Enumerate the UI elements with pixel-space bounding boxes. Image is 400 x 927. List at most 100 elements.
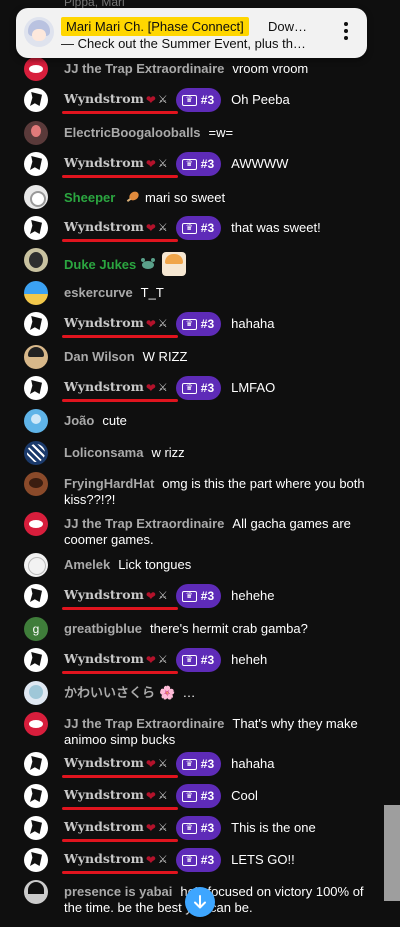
- author-name[interactable]: Wyndstrom: [62, 787, 178, 810]
- author-name[interactable]: Wyndstrom: [62, 91, 178, 114]
- member-badge: ♛ #3: [175, 848, 222, 872]
- author-name[interactable]: Loliconsama: [64, 445, 143, 460]
- chat-message: ElectricBoogalooballs =w=: [24, 121, 378, 145]
- author-name[interactable]: Wyndstrom: [62, 315, 178, 338]
- author-name[interactable]: Wyndstrom: [62, 851, 178, 874]
- heart-icon: ❤: [145, 653, 156, 667]
- more-options-icon[interactable]: [339, 19, 353, 43]
- chat-message: Wyndstrom ❤ ⚔ ♛ #3 hahaha: [24, 312, 378, 338]
- avatar[interactable]: [24, 712, 48, 736]
- message-text: LETS GO!!: [231, 852, 295, 867]
- author-name[interactable]: Sheeper: [64, 190, 115, 205]
- message-text: This is the one: [231, 820, 316, 835]
- author-name[interactable]: greatbigblue: [64, 621, 142, 636]
- pinned-message-banner[interactable]: Mari Mari Ch. [Phase Connect] Dow… — Che…: [16, 8, 367, 58]
- avatar[interactable]: [24, 512, 48, 536]
- crown-icon: ♛: [181, 822, 197, 834]
- avatar[interactable]: [24, 784, 48, 808]
- avatar[interactable]: [24, 472, 48, 496]
- swords-icon: ⚔: [157, 854, 168, 866]
- avatar[interactable]: [24, 121, 48, 145]
- avatar[interactable]: [24, 345, 48, 369]
- member-badge: ♛ #3: [175, 816, 222, 840]
- avatar[interactable]: [24, 681, 48, 705]
- avatar[interactable]: [24, 312, 48, 336]
- avatar[interactable]: [24, 848, 48, 872]
- avatar[interactable]: [24, 409, 48, 433]
- avatar[interactable]: [24, 584, 48, 608]
- chat-message: JJ the Trap Extraordinaire All gacha game…: [24, 512, 378, 548]
- message-text: there's hermit crab gamba?: [150, 621, 308, 636]
- heart-icon: ❤: [145, 317, 156, 331]
- author-name[interactable]: JJ the Trap Extraordinaire: [64, 516, 224, 531]
- message-text: LMFAO: [231, 380, 276, 395]
- author-name[interactable]: ElectricBoogalooballs: [64, 125, 201, 140]
- author-name[interactable]: Dan Wilson: [64, 349, 135, 364]
- author-name[interactable]: Wyndstrom: [62, 651, 178, 674]
- member-badge: ♛ #3: [175, 584, 222, 608]
- author-name[interactable]: Wyndstrom: [62, 819, 178, 842]
- author-name[interactable]: eskercurve: [64, 285, 133, 300]
- avatar[interactable]: [24, 185, 48, 209]
- heart-icon: ❤: [145, 221, 156, 235]
- swords-icon: ⚔: [157, 318, 168, 330]
- avatar[interactable]: g: [24, 617, 48, 641]
- chat-message: Amelek Lick tongues: [24, 553, 378, 577]
- heart-icon: ❤: [145, 789, 156, 803]
- avatar[interactable]: [24, 752, 48, 776]
- member-badge: ♛ #3: [175, 752, 222, 776]
- message-text: hehehe: [231, 588, 275, 603]
- scrollbar-thumb[interactable]: [384, 805, 400, 901]
- avatar[interactable]: [24, 88, 48, 112]
- author-name[interactable]: Amelek: [64, 557, 110, 572]
- message-text: …: [182, 685, 196, 700]
- chat-message: Wyndstrom ❤ ⚔ ♛ #3 AWWWW: [24, 152, 378, 178]
- avatar[interactable]: [24, 553, 48, 577]
- scrollbar[interactable]: [384, 0, 400, 927]
- author-name[interactable]: presence is yabai: [64, 884, 172, 899]
- author-name[interactable]: Wyndstrom: [62, 155, 178, 178]
- author-name[interactable]: Duke Jukes: [64, 257, 136, 272]
- chat-message: Wyndstrom ❤ ⚔ ♛ #3 LMFAO: [24, 376, 378, 402]
- author-name[interactable]: JJ the Trap Extraordinaire: [64, 716, 224, 731]
- swords-icon: ⚔: [157, 822, 168, 834]
- message-text: hahaha: [231, 316, 275, 331]
- author-name[interactable]: FryingHardHat: [64, 476, 154, 491]
- chat-message: Wyndstrom ❤ ⚔ ♛ #3 Oh Peeba: [24, 88, 378, 114]
- author-name[interactable]: João: [64, 413, 94, 428]
- member-badge: ♛ #3: [175, 784, 222, 808]
- author-name[interactable]: JJ the Trap Extraordinaire: [64, 61, 224, 76]
- avatar[interactable]: [24, 441, 48, 465]
- chat-message: かわいいさくら 🌸 …: [24, 681, 378, 705]
- message-text: AWWWW: [231, 156, 289, 171]
- chat-message: JJ the Trap Extraordinaire That's why the…: [24, 712, 378, 748]
- avatar[interactable]: [24, 816, 48, 840]
- avatar[interactable]: [24, 281, 48, 305]
- author-name[interactable]: かわいいさくら: [64, 685, 155, 700]
- avatar[interactable]: [24, 248, 48, 272]
- channel-owner-name[interactable]: Mari Mari Ch. [Phase Connect]: [61, 17, 249, 36]
- avatar[interactable]: [24, 648, 48, 672]
- crown-icon: ♛: [181, 382, 197, 394]
- author-name[interactable]: Wyndstrom: [62, 379, 178, 402]
- chat-message: FryingHardHat omg is this the part where …: [24, 472, 378, 508]
- avatar[interactable]: [24, 216, 48, 240]
- author-name[interactable]: Wyndstrom: [62, 587, 178, 610]
- crown-icon: ♛: [181, 854, 197, 866]
- avatar[interactable]: [24, 152, 48, 176]
- member-badge: ♛ #3: [175, 648, 222, 672]
- avatar[interactable]: [24, 880, 48, 904]
- message-text: T_T: [140, 285, 164, 300]
- author-name[interactable]: Wyndstrom: [62, 219, 178, 242]
- chat-message: Wyndstrom ❤ ⚔ ♛ #3 hahaha: [24, 752, 378, 778]
- avatar[interactable]: [24, 376, 48, 400]
- chat-message: Sheeper mari so sweet: [24, 185, 378, 209]
- avatar[interactable]: [24, 57, 48, 81]
- heart-icon: ❤: [145, 157, 156, 171]
- heart-icon: ❤: [145, 381, 156, 395]
- channel-avatar[interactable]: [24, 17, 54, 47]
- author-name[interactable]: Wyndstrom: [62, 755, 178, 778]
- message-text: Oh Peeba: [231, 92, 290, 107]
- heart-icon: ❤: [145, 757, 156, 771]
- scroll-to-bottom-button[interactable]: [185, 887, 215, 917]
